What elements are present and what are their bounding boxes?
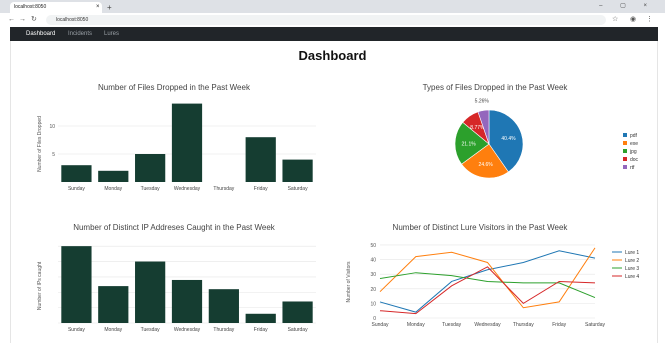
menu-icon[interactable]: ⋮ [646, 15, 653, 25]
chart-title: Number of Files Dropped in the Past Week [98, 83, 251, 92]
nav-incidents[interactable]: Incidents [68, 27, 92, 41]
browser-tab[interactable]: localhost:8050 [10, 2, 102, 13]
address-text: localhost:8050 [56, 17, 89, 23]
x-tick-label: Tuesday [442, 322, 461, 328]
legend-swatch [623, 133, 627, 137]
address-bar[interactable]: localhost:8050 [46, 15, 606, 25]
bar [282, 159, 313, 182]
file-types-chart: Types of Files Dropped in the Past Week … [423, 83, 639, 179]
slice-label: 24.6% [479, 162, 494, 168]
y-tick-label: 20 [370, 287, 376, 293]
y-axis-label: Number of Files Dropped [37, 116, 43, 172]
x-tick-label: Wednesday [174, 186, 201, 192]
legend-label: doc [630, 157, 639, 163]
back-icon[interactable]: ← [8, 15, 15, 25]
x-tick-label: Thursday [213, 327, 234, 333]
x-tick-label: Tuesday [141, 327, 160, 333]
y-tick-label: 40 [370, 258, 376, 264]
slice-label: 21.1% [462, 141, 477, 147]
x-tick-label: Friday [254, 327, 268, 333]
bar [171, 279, 203, 323]
x-tick-label: Wednesday [174, 327, 201, 333]
x-tick-label: Monday [104, 327, 122, 333]
new-tab-icon[interactable]: + [107, 2, 112, 13]
nav-lures[interactable]: Lures [104, 27, 119, 41]
bar [245, 137, 276, 182]
app-navbar: Dashboard Incidents Lures [10, 27, 658, 41]
x-tick-label: Sunday [372, 322, 389, 328]
legend-label: pdf [630, 133, 638, 139]
x-tick-label: Sunday [68, 327, 85, 333]
bar [208, 289, 239, 323]
y-tick-label: 50 [370, 243, 376, 249]
legend-swatch [623, 149, 627, 153]
x-tick-label: Sunday [68, 186, 85, 192]
y-tick-label: 10 [49, 124, 55, 130]
x-tick-label: Tuesday [141, 186, 160, 192]
series-line [379, 272, 596, 299]
bar [282, 301, 313, 323]
legend-label: Lure 3 [625, 266, 639, 272]
legend-swatch [623, 157, 627, 161]
legend-swatch [623, 141, 627, 145]
tab-close-icon[interactable]: × [96, 2, 100, 13]
x-tick-label: Thursday [213, 186, 234, 192]
x-tick-label: Friday [552, 322, 566, 328]
chart-title: Types of Files Dropped in the Past Week [423, 83, 569, 92]
legend-label: Lure 1 [625, 250, 639, 256]
legend-label: exe [630, 141, 638, 147]
legend-swatch [623, 165, 627, 169]
star-icon[interactable]: ☆ [612, 15, 618, 25]
x-tick-label: Saturday [288, 186, 309, 192]
slice-label: 5.26% [475, 99, 490, 105]
page-title: Dashboard [298, 48, 367, 63]
bar [245, 313, 276, 323]
reload-icon[interactable]: ↻ [31, 15, 37, 25]
x-tick-label: Monday [407, 322, 425, 328]
y-tick-label: 10 [370, 301, 376, 307]
series-line [379, 247, 596, 309]
x-tick-label: Friday [254, 186, 268, 192]
bar [98, 170, 129, 182]
legend-label: jpg [629, 149, 637, 155]
x-tick-label: Thursday [513, 322, 534, 328]
bar [135, 154, 166, 182]
x-tick-label: Saturday [585, 322, 606, 328]
y-axis-label: Number of Visitors [346, 261, 352, 303]
chart-title: Number of Distinct IP Addreses Caught in… [73, 223, 276, 232]
bar [171, 103, 203, 182]
window-controls[interactable]: – ▢ × [599, 2, 655, 9]
lure-visitors-chart: Number of Distinct Lure Visitors in the … [346, 223, 639, 328]
y-axis-label: Number of IPs caught [37, 261, 43, 310]
ips-caught-chart: Number of Distinct IP Addreses Caught in… [37, 223, 316, 333]
y-tick-label: 30 [370, 272, 376, 278]
profile-icon[interactable]: ◉ [630, 15, 636, 25]
y-tick-label: 5 [52, 152, 55, 158]
legend-label: rtf [630, 165, 635, 171]
x-tick-label: Monday [104, 186, 122, 192]
slice-label: 40.4% [501, 136, 516, 142]
x-tick-label: Wednesday [474, 322, 501, 328]
browser-tab-title: localhost:8050 [14, 4, 47, 10]
legend-label: Lure 4 [625, 274, 639, 280]
nav-dashboard[interactable]: Dashboard [26, 27, 55, 41]
forward-icon[interactable]: → [19, 15, 26, 25]
bar [61, 246, 92, 323]
chart-title: Number of Distinct Lure Visitors in the … [393, 223, 569, 232]
bar [61, 165, 92, 182]
files-dropped-chart: Number of Files Dropped in the Past Week… [37, 83, 316, 192]
legend-label: Lure 2 [625, 258, 639, 264]
bar [98, 286, 129, 323]
x-tick-label: Saturday [288, 327, 309, 333]
bar [135, 261, 166, 323]
